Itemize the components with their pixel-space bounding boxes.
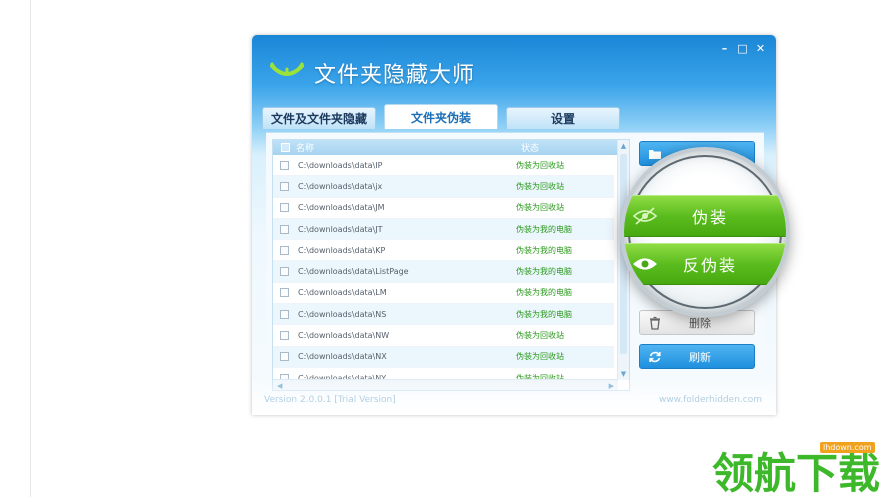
scroll-right-icon[interactable]: ▶ (609, 380, 614, 390)
row-checkbox[interactable] (280, 224, 289, 234)
row-checkbox[interactable] (280, 309, 289, 319)
row-path: C:\downloads\data\jx (298, 181, 383, 191)
row-status: 伪装为回收站 (516, 373, 564, 383)
folder-list: 名称 状态 C:\downloads\data\IP 伪装为回收站 C:\down… (272, 139, 630, 391)
row-path: C:\downloads\data\JT (298, 224, 383, 234)
row-checkbox[interactable] (280, 160, 289, 170)
row-status: 伪装为回收站 (516, 352, 564, 362)
title-bar: 文件夹隐藏大师 (270, 57, 475, 89)
row-path: C:\downloads\data\NW (298, 331, 390, 341)
table-row[interactable]: C:\downloads\data\NX 伪装为回收站 (273, 346, 614, 368)
row-path: C:\downloads\data\KP (298, 245, 386, 255)
undisguise-button[interactable]: 反伪装 (624, 243, 786, 285)
eye-hidden-icon (632, 207, 658, 225)
column-header-name[interactable]: 名称 (296, 141, 521, 154)
watermark-tag: lhdown.com (820, 442, 875, 453)
window-controls: – □ ✕ (719, 43, 766, 54)
row-checkbox[interactable] (280, 331, 289, 341)
table-row[interactable]: C:\downloads\data\KP 伪装为我的电脑 (273, 240, 614, 262)
maximize-button[interactable]: □ (737, 43, 748, 54)
table-row[interactable]: C:\downloads\data\IP 伪装为回收站 (273, 155, 614, 177)
select-all-checkbox[interactable] (281, 143, 290, 152)
row-path: C:\downloads\data\NS (298, 309, 387, 319)
list-header: 名称 状态 (273, 140, 629, 155)
tab-settings[interactable]: 设置 (506, 107, 620, 129)
table-row[interactable]: C:\downloads\data\JM 伪装为回收站 (273, 198, 614, 219)
table-row[interactable]: C:\downloads\data\jx 伪装为回收站 (273, 176, 614, 198)
trash-icon (650, 316, 660, 330)
horizontal-scrollbar[interactable]: ◀ ▶ (273, 379, 618, 390)
scroll-up-icon[interactable]: ▲ (618, 140, 629, 152)
tab-hide-files[interactable]: 文件及文件夹隐藏 (262, 107, 376, 129)
row-status: 伪装为回收站 (516, 331, 564, 341)
row-status: 伪装为回收站 (516, 203, 564, 213)
app-title: 文件夹隐藏大师 (314, 63, 476, 88)
scroll-down-icon[interactable]: ▼ (618, 368, 629, 380)
row-path: C:\downloads\data\ListPage (298, 267, 409, 277)
list-rows: C:\downloads\data\IP 伪装为回收站 C:\downloads\… (273, 155, 614, 390)
website-link[interactable]: www.folderhidden.com (659, 395, 762, 415)
page-divider (30, 0, 31, 497)
logo-eye-icon (270, 62, 304, 76)
version-text: Version 2.0.0.1 [Trial Version] (264, 395, 396, 405)
row-status: 伪装为回收站 (516, 160, 564, 170)
row-checkbox[interactable] (280, 288, 289, 298)
undisguise-label: 反伪装 (682, 256, 737, 275)
row-status: 伪装为回收站 (516, 181, 564, 191)
row-checkbox[interactable] (280, 352, 289, 362)
row-path: C:\downloads\data\NX (298, 352, 387, 362)
row-status: 伪装为我的电脑 (516, 245, 572, 255)
row-checkbox[interactable] (280, 373, 289, 383)
row-path: C:\downloads\data\JM (298, 203, 385, 213)
table-row[interactable]: C:\downloads\data\NY 伪装为回收站 (273, 368, 614, 390)
table-row[interactable]: C:\downloads\data\ListPage 伪装为我的电脑 (273, 261, 614, 283)
scroll-left-icon[interactable]: ◀ (277, 380, 282, 390)
minimize-button[interactable]: – (719, 43, 730, 54)
row-status: 伪装为我的电脑 (516, 267, 572, 277)
table-row[interactable]: C:\downloads\data\JT 伪装为我的电脑 (273, 218, 614, 241)
status-bar: Version 2.0.0.1 [Trial Version] www.fold… (264, 395, 762, 415)
row-path: C:\downloads\data\LM (298, 288, 387, 298)
refresh-button[interactable]: 刷新 (639, 344, 755, 369)
disguise-label: 伪装 (691, 208, 728, 227)
row-checkbox[interactable] (280, 181, 289, 191)
row-checkbox[interactable] (280, 203, 289, 213)
magnifier-callout: 伪装 反伪装 (620, 147, 790, 317)
row-checkbox[interactable] (280, 245, 289, 255)
close-button[interactable]: ✕ (755, 43, 766, 54)
column-header-status[interactable]: 状态 (521, 141, 539, 154)
row-path: C:\downloads\data\IP (298, 160, 383, 170)
eye-icon (633, 258, 657, 270)
row-status: 伪装为我的电脑 (516, 224, 572, 234)
row-checkbox[interactable] (280, 267, 289, 277)
tab-bar: 文件及文件夹隐藏 文件夹伪装 设置 (262, 104, 620, 129)
refresh-icon (649, 351, 661, 362)
table-row[interactable]: C:\downloads\data\NW 伪装为回收站 (273, 325, 614, 347)
row-status: 伪装为我的电脑 (516, 309, 572, 319)
table-row[interactable]: C:\downloads\data\LM 伪装为我的电脑 (273, 283, 614, 305)
disguise-button[interactable]: 伪装 (624, 195, 786, 237)
table-row[interactable]: C:\downloads\data\NS 伪装为我的电脑 (273, 304, 614, 326)
row-status: 伪装为我的电脑 (516, 288, 572, 298)
tab-folder-disguise[interactable]: 文件夹伪装 (384, 104, 498, 129)
site-watermark: 领航下载 lhdown.com (712, 438, 892, 498)
row-path: C:\downloads\data\NY (298, 373, 387, 383)
refresh-label: 刷新 (689, 350, 711, 364)
